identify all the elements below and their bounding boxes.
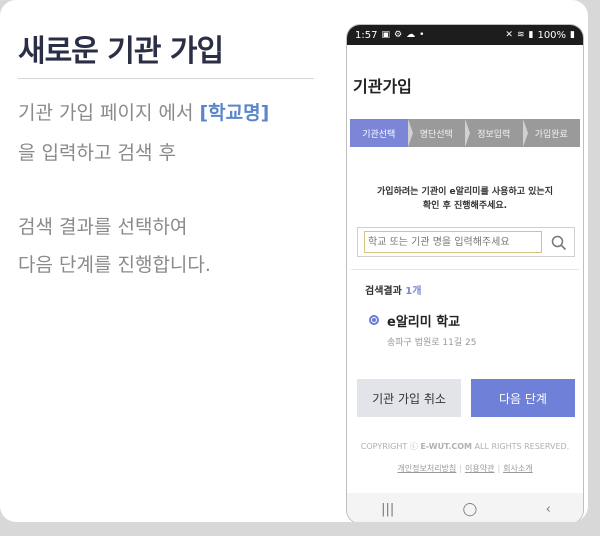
app-title: 기관가입 xyxy=(353,77,412,96)
school-address: 송파구 법원로 11길 25 xyxy=(387,338,477,348)
school-radio-selected[interactable] xyxy=(369,315,379,325)
status-time: 1:57 xyxy=(355,29,378,41)
company-info-link[interactable]: 회사소개 xyxy=(503,464,532,473)
instruction-text: 가입하려는 기관이 e알리미를 사용하고 있는지 확인 후 진행해주세요. xyxy=(347,185,583,213)
slide-card: 새로운 기관 가입 기관 가입 페이지 에서 [학교명] 을 입력하고 검색 후… xyxy=(0,0,588,522)
recent-apps-icon[interactable]: ||| xyxy=(381,502,394,517)
search-result-label: 검색결과 1개 xyxy=(365,282,421,297)
step-info-input: 정보입력 xyxy=(465,119,527,147)
battery-icon: ▮ xyxy=(570,30,575,40)
description-line-4: 다음 단계를 진행합니다. xyxy=(18,254,211,276)
search-box xyxy=(357,227,575,257)
copyright-suffix: ALL RIGHTS RESERVED. xyxy=(471,442,570,451)
section-divider xyxy=(351,269,579,270)
step-list-select: 명단선택 xyxy=(408,119,470,147)
description-line-1: 기관 가입 페이지 에서 [학교명] xyxy=(18,100,269,126)
phone-mockup: 1:57 ▣ ⚙ ☁ • ✕ ≋ ▮ 100% ▮ 기관가입 기관선택 명단선택… xyxy=(346,24,584,522)
wifi-icon: ≋ xyxy=(516,30,525,40)
cancel-join-button[interactable]: 기관 가입 취소 xyxy=(357,379,461,417)
settings-icon: ⚙ xyxy=(393,30,403,40)
home-icon[interactable]: ◯ xyxy=(463,502,478,517)
search-icon[interactable] xyxy=(550,234,568,252)
signal-icon: ▮ xyxy=(528,30,534,40)
instruction-line-1: 가입하려는 기관이 e알리미를 사용하고 있는지 xyxy=(377,187,553,197)
step-institution-select: 기관선택 xyxy=(350,119,412,147)
copyright-brand: E-WUT.COM xyxy=(420,442,472,451)
dot-icon: • xyxy=(419,30,425,40)
step-progress: 기관선택 명단선택 정보입력 가입완료 xyxy=(350,119,580,147)
next-step-button[interactable]: 다음 단계 xyxy=(471,379,575,417)
copyright-prefix: COPYRIGHT ⓒ xyxy=(360,442,421,451)
page-heading: 새로운 기관 가입 xyxy=(18,34,224,69)
link-separator: | xyxy=(497,464,501,473)
description-text: 기관 가입 페이지 에서 xyxy=(18,102,200,124)
copyright-text: COPYRIGHT ⓒ E-WUT.COM ALL RIGHTS RESERVE… xyxy=(347,441,583,452)
instruction-line-2: 확인 후 진행해주세요. xyxy=(422,201,508,211)
search-input[interactable] xyxy=(364,231,542,253)
android-nav-bar: ||| ◯ ‹ xyxy=(347,493,583,522)
mute-icon: ✕ xyxy=(505,30,513,40)
heading-divider xyxy=(18,78,314,79)
terms-link[interactable]: 이용약관 xyxy=(465,464,494,473)
result-count: 1개 xyxy=(405,286,422,297)
description-line-2: 을 입력하고 검색 후 xyxy=(18,142,176,164)
cloud-icon: ☁ xyxy=(406,30,416,40)
status-bar: 1:57 ▣ ⚙ ☁ • ✕ ≋ ▮ 100% ▮ xyxy=(347,25,583,45)
step-complete: 가입완료 xyxy=(534,129,568,140)
description-highlight: [학교명] xyxy=(199,102,270,124)
footer-links: 개인정보처리방침 | 이용약관 | 회사소개 xyxy=(347,463,583,474)
privacy-policy-link[interactable]: 개인정보처리방침 xyxy=(397,464,456,473)
school-name[interactable]: e알리미 학교 xyxy=(387,311,460,330)
link-separator: | xyxy=(459,464,462,473)
description-line-3: 검색 결과를 선택하여 xyxy=(18,216,188,238)
gallery-icon: ▣ xyxy=(381,30,390,40)
battery-level: 100% xyxy=(537,29,567,41)
back-icon[interactable]: ‹ xyxy=(546,502,551,517)
result-label-text: 검색결과 xyxy=(365,286,402,297)
